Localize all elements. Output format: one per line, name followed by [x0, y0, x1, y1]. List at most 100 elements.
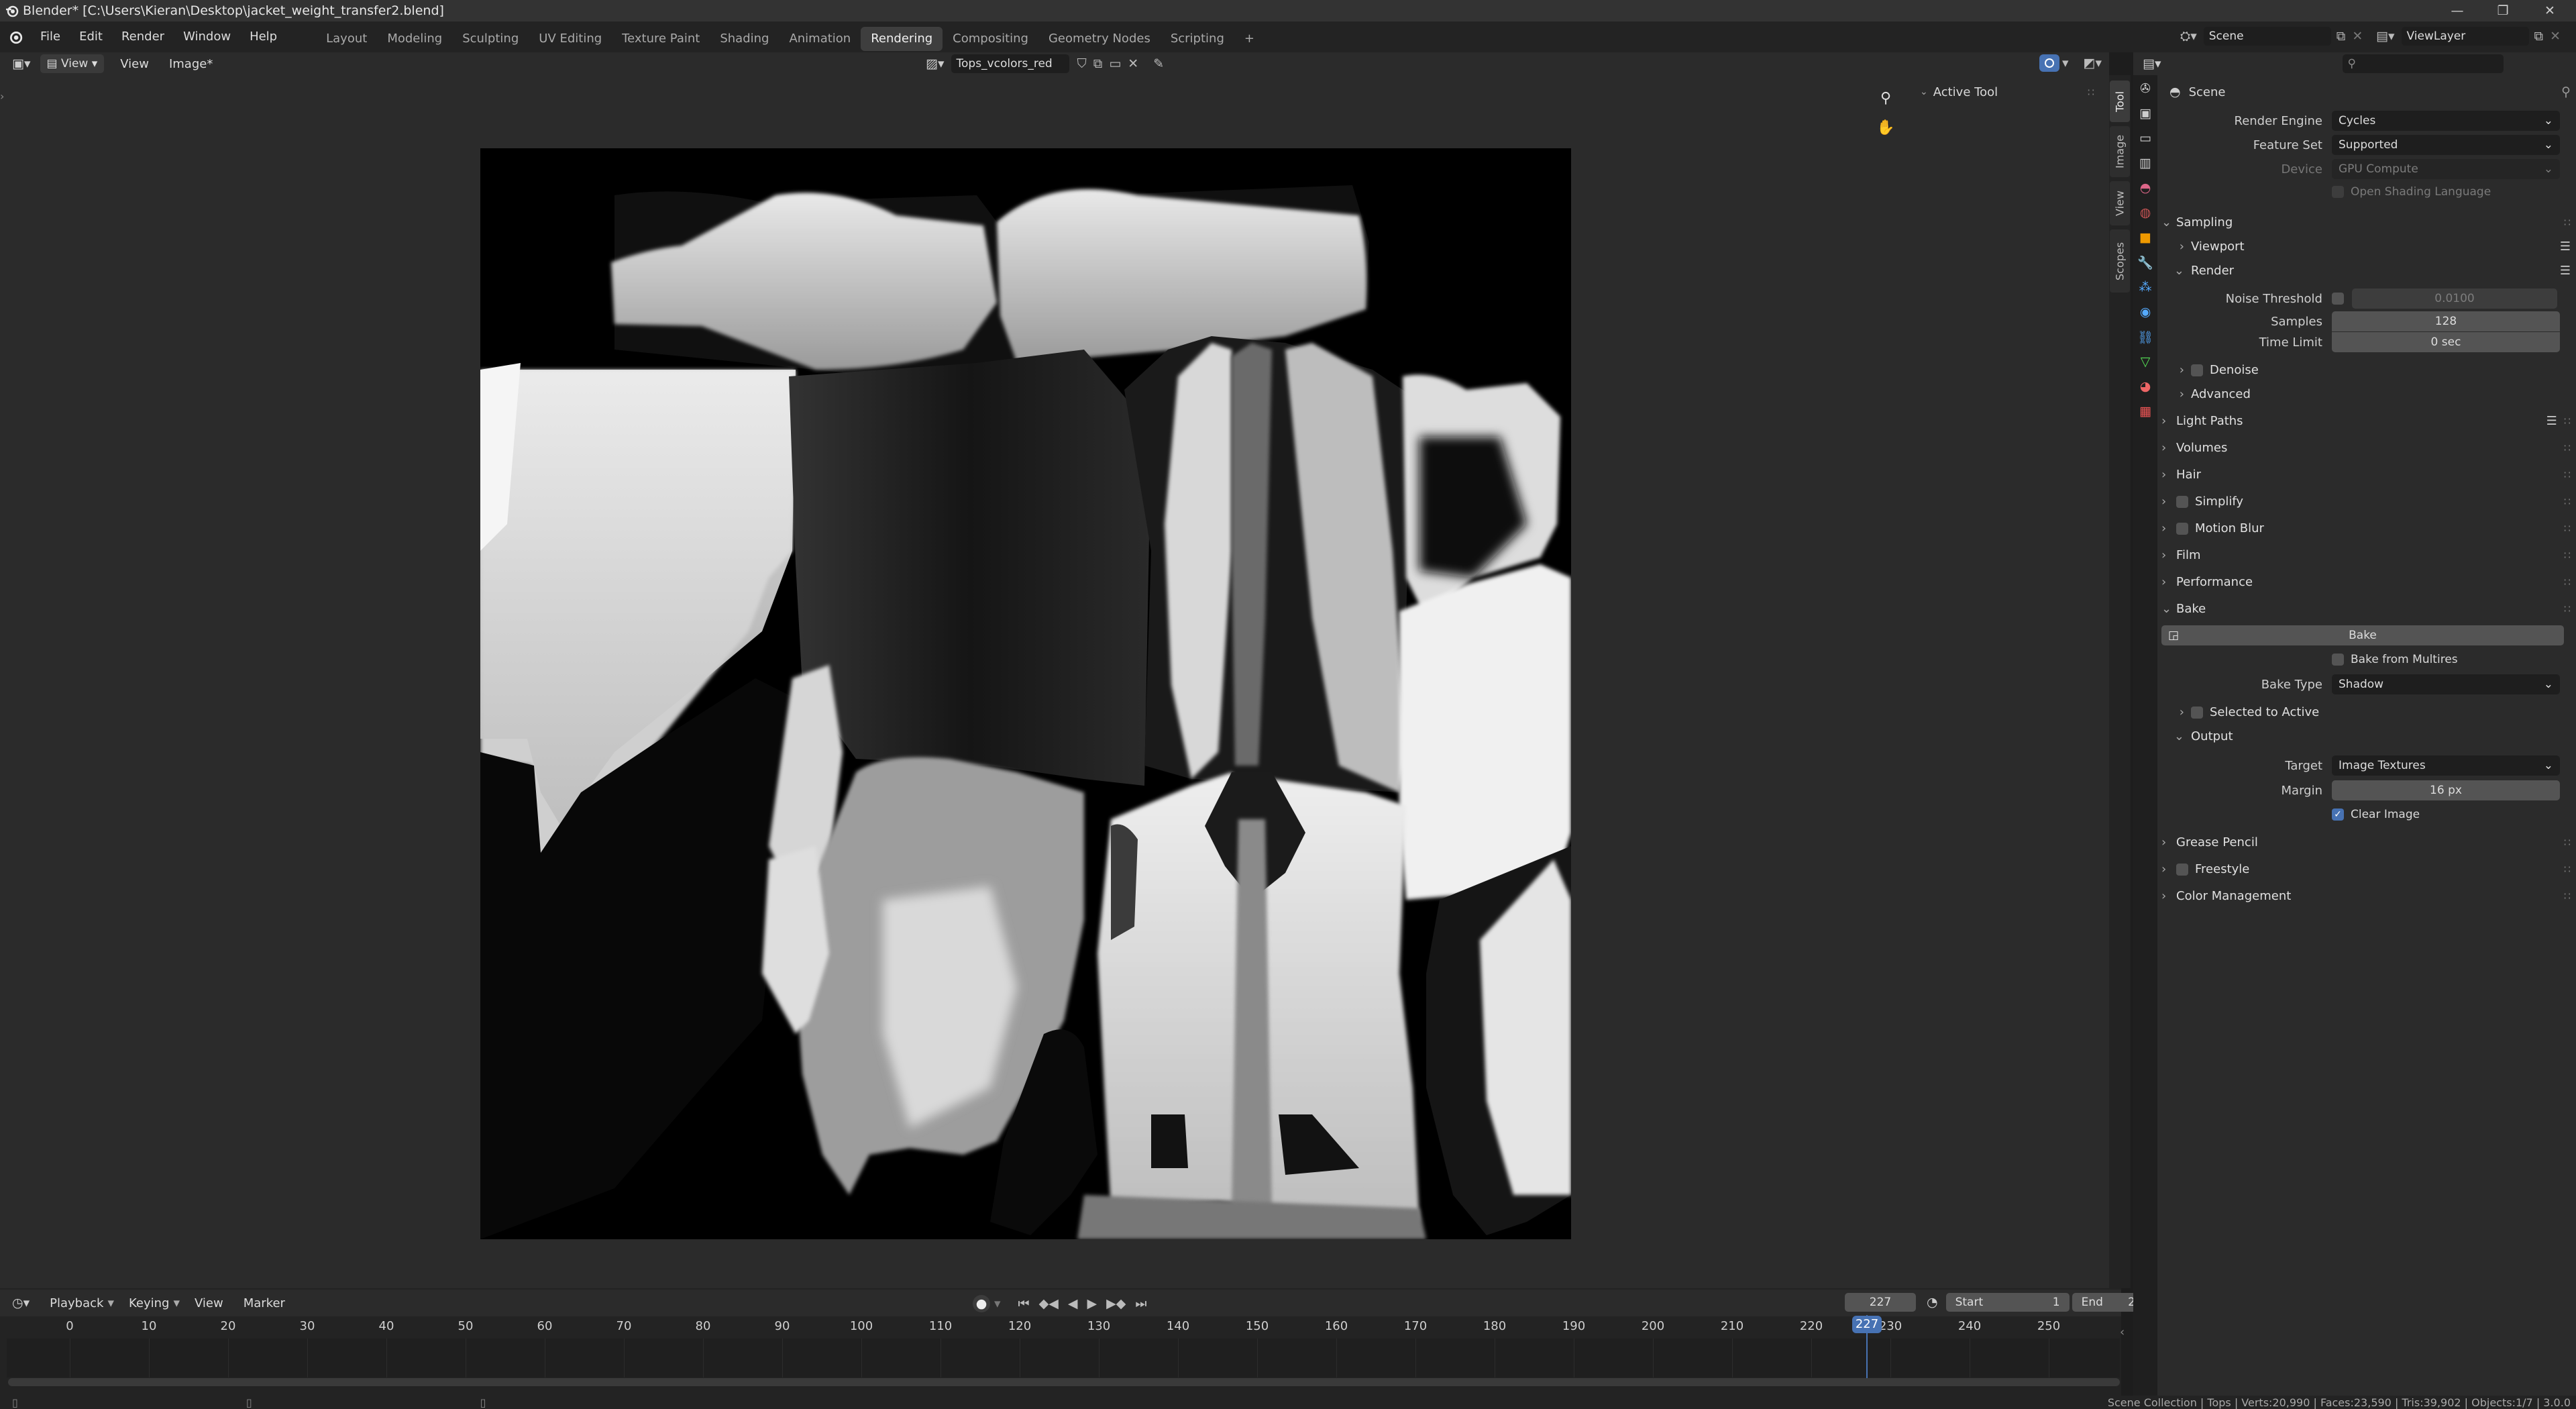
timeline-scrollbar[interactable] — [8, 1378, 2120, 1386]
preview-range-clock-icon[interactable]: ◔ — [1927, 1295, 1938, 1310]
overlay-toggle-icon[interactable]: ◩▾ — [2084, 56, 2102, 70]
scene-selector[interactable]: ⛭▾ Scene ⧉ ✕ — [2180, 25, 2363, 47]
fake-user-shield-icon[interactable]: ⛉ — [1077, 56, 1087, 71]
tab-geometry-nodes[interactable]: Geometry Nodes — [1038, 27, 1161, 51]
particles-tab-icon[interactable]: ⁂ — [2135, 276, 2155, 299]
image-browse-icon[interactable]: ▨▾ — [926, 56, 945, 71]
device-dropdown[interactable]: GPU Compute ⌄ — [2332, 159, 2560, 179]
properties-search-field[interactable]: ⚲ — [2342, 54, 2504, 73]
jump-start-icon[interactable]: ⏮ — [1018, 1296, 1030, 1311]
active-tool-panel-header[interactable]: ⌄ Active Tool ∷ — [1920, 82, 2094, 102]
scene-name-field[interactable]: Scene — [2203, 27, 2331, 46]
denoise-subpanel-header[interactable]: › Denoise — [2161, 358, 2571, 382]
bake-from-multires-checkbox[interactable] — [2332, 654, 2344, 666]
panel-drag-icon[interactable]: ∷ — [2564, 517, 2571, 541]
menu-keying[interactable]: Keying — [129, 1296, 169, 1310]
timeline-sidebar-toggle-icon[interactable]: ‹ — [2120, 1325, 2125, 1339]
zoom-icon[interactable]: ⚲ — [1874, 86, 1898, 110]
time-limit-field[interactable]: 0 sec — [2332, 332, 2560, 352]
menu-file[interactable]: File — [31, 21, 70, 52]
material-tab-icon[interactable]: ◕ — [2135, 375, 2155, 398]
presets-list-icon[interactable]: ☰ — [2560, 259, 2571, 283]
new-scene-icon[interactable]: ⧉ — [2337, 29, 2346, 44]
object-tab-icon[interactable]: ■ — [2135, 226, 2155, 249]
osl-checkbox[interactable] — [2332, 186, 2344, 198]
sampling-panel-header[interactable]: ⌄ Sampling ∷ — [2161, 211, 2571, 235]
bake-button[interactable]: ◲ Bake — [2161, 625, 2564, 645]
current-frame-field[interactable]: 227 — [1845, 1293, 1916, 1312]
menu-marker[interactable]: Marker — [244, 1296, 285, 1310]
view-layer-tab-icon[interactable]: ▥ — [2135, 152, 2155, 174]
selected-to-active-checkbox[interactable] — [2191, 707, 2203, 719]
editor-type-icon[interactable]: ▣▾ — [12, 56, 31, 71]
tab-texture-paint[interactable]: Texture Paint — [612, 27, 710, 51]
simplify-checkbox[interactable] — [2176, 496, 2188, 508]
panel-drag-icon[interactable]: ∷ — [2088, 86, 2094, 99]
texture-tab-icon[interactable]: ▦ — [2135, 400, 2155, 423]
modifier-tab-icon[interactable]: 🔧 — [2135, 251, 2155, 274]
baked-texture-image[interactable] — [480, 148, 1571, 1239]
jump-end-icon[interactable]: ⏭ — [1135, 1296, 1146, 1311]
bake-type-dropdown[interactable]: Shadow ⌄ — [2332, 674, 2560, 694]
viewlayer-selector[interactable]: ▤▾ ViewLayer ⧉ ✕ — [2376, 25, 2561, 47]
new-viewlayer-icon[interactable]: ⧉ — [2534, 29, 2544, 44]
open-image-folder-icon[interactable]: ▭ — [1109, 56, 1121, 71]
clear-image-checkbox[interactable]: ✓ — [2332, 808, 2344, 821]
light-paths-panel-header[interactable]: › Light Paths ☰ ∷ — [2161, 409, 2571, 433]
tab-compositing[interactable]: Compositing — [943, 27, 1038, 51]
maximize-button[interactable]: ❐ — [2486, 0, 2520, 21]
panel-drag-icon[interactable]: ∷ — [2564, 543, 2571, 568]
advanced-subpanel-header[interactable]: › Advanced — [2161, 382, 2571, 407]
panel-drag-icon[interactable]: ∷ — [2564, 436, 2571, 460]
freestyle-panel-header[interactable]: › Freestyle ∷ — [2161, 857, 2571, 882]
film-panel-header[interactable]: › Film ∷ — [2161, 543, 2571, 568]
presets-list-icon[interactable]: ☰ — [2546, 409, 2557, 433]
render-subpanel-header[interactable]: ⌄ Render ☰ — [2161, 259, 2571, 283]
scene-tab-icon[interactable]: ◓ — [2135, 176, 2155, 199]
next-keyframe-icon[interactable]: ▶◆ — [1106, 1296, 1126, 1311]
start-frame-field[interactable]: Start 1 — [1945, 1293, 2070, 1312]
tab-shading[interactable]: Shading — [710, 27, 779, 51]
menu-window[interactable]: Window — [174, 21, 240, 52]
panel-drag-icon[interactable]: ∷ — [2564, 831, 2571, 855]
delete-viewlayer-icon[interactable]: ✕ — [2550, 29, 2561, 44]
hair-panel-header[interactable]: › Hair ∷ — [2161, 463, 2571, 487]
keying-set-dropdown-icon[interactable]: ▾ — [994, 1296, 1001, 1311]
simplify-panel-header[interactable]: › Simplify ∷ — [2161, 490, 2571, 514]
output-subpanel-header[interactable]: ⌄ Output — [2161, 725, 2571, 749]
selected-to-active-subpanel-header[interactable]: › Selected to Active — [2161, 700, 2571, 725]
timeline-editor-type-icon[interactable]: ◷▾ — [12, 1296, 30, 1310]
panel-drag-icon[interactable]: ∷ — [2564, 884, 2571, 908]
close-button[interactable]: ✕ — [2533, 0, 2567, 21]
blender-menu-icon[interactable] — [0, 30, 31, 44]
panel-drag-icon[interactable]: ∷ — [2564, 857, 2571, 882]
freestyle-checkbox[interactable] — [2176, 864, 2188, 876]
tab-modeling[interactable]: Modeling — [377, 27, 452, 51]
menu-image[interactable]: Image* — [169, 57, 213, 71]
sidebar-tab-tool[interactable]: Tool — [2110, 81, 2130, 122]
delete-scene-icon[interactable]: ✕ — [2352, 29, 2363, 44]
menu-view[interactable]: View — [120, 57, 149, 71]
image-name-field[interactable]: Tops_vcolors_red — [951, 54, 1069, 73]
panel-drag-icon[interactable]: ∷ — [2564, 490, 2571, 514]
playhead-frame-badge[interactable]: 227 — [1852, 1316, 1882, 1333]
menu-render[interactable]: Render — [112, 21, 174, 52]
feature-set-dropdown[interactable]: Supported ⌄ — [2332, 135, 2560, 155]
minimize-button[interactable]: — — [2440, 0, 2474, 21]
view-mode-dropdown[interactable]: ▤ View ▾ — [40, 54, 105, 73]
pin-icon[interactable]: ✎ — [1153, 56, 1164, 71]
panel-drag-icon[interactable]: ∷ — [2564, 463, 2571, 487]
performance-panel-header[interactable]: › Performance ∷ — [2161, 570, 2571, 594]
new-image-icon[interactable]: ⧉ — [1093, 56, 1103, 71]
noise-threshold-field[interactable]: 0.0100 — [2352, 289, 2557, 309]
tool-tab-icon[interactable]: ✇ — [2135, 77, 2155, 100]
tab-uv-editing[interactable]: UV Editing — [529, 27, 612, 51]
pan-hand-icon[interactable]: ✋ — [1874, 115, 1898, 140]
color-management-panel-header[interactable]: › Color Management ∷ — [2161, 884, 2571, 908]
sidebar-tab-image[interactable]: Image — [2110, 126, 2130, 177]
constraint-tab-icon[interactable]: ⛓ — [2135, 325, 2155, 348]
motion-blur-checkbox[interactable] — [2176, 523, 2188, 535]
menu-playback[interactable]: Playback — [50, 1296, 103, 1310]
panel-drag-icon[interactable]: ∷ — [2564, 211, 2571, 235]
tab-animation[interactable]: Animation — [779, 27, 861, 51]
